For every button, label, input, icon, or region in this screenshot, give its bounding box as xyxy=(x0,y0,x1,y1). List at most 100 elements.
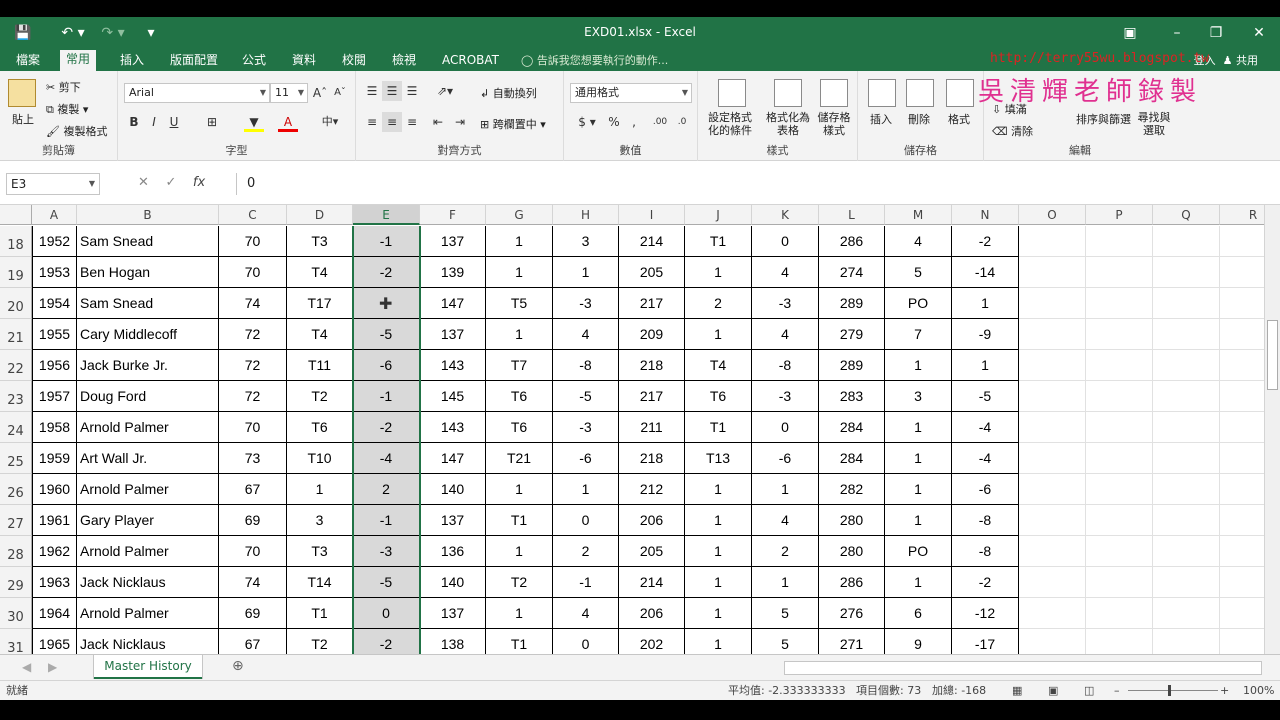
cell-k25[interactable]: -6 xyxy=(752,443,819,474)
cell-b18[interactable]: Sam Snead xyxy=(77,226,219,257)
row-header[interactable]: 26 xyxy=(0,474,32,505)
cell-d29[interactable]: T14 xyxy=(287,567,353,598)
cell-e22[interactable]: -6 xyxy=(353,350,420,381)
cell-f31[interactable]: 138 xyxy=(420,629,486,654)
cell-n24[interactable]: -4 xyxy=(952,412,1019,443)
cell-r27[interactable] xyxy=(1220,505,1264,536)
cell-r29[interactable] xyxy=(1220,567,1264,598)
delete-cells-button[interactable]: 刪除 xyxy=(908,111,930,127)
cell-g21[interactable]: 1 xyxy=(486,319,553,350)
underline-icon[interactable]: U xyxy=(164,112,184,132)
tab-data[interactable]: 資料 xyxy=(286,52,322,71)
cell-q21[interactable] xyxy=(1153,319,1220,350)
orientation-icon[interactable]: ⇗▾ xyxy=(432,81,458,101)
cell-l22[interactable]: 289 xyxy=(819,350,885,381)
cell-o26[interactable] xyxy=(1019,474,1086,505)
zoom-slider[interactable] xyxy=(1128,690,1218,691)
row-header[interactable]: 28 xyxy=(0,536,32,567)
cell-h28[interactable]: 2 xyxy=(553,536,619,567)
cell-c23[interactable]: 72 xyxy=(219,381,287,412)
sheet-prev-icon[interactable]: ◀ xyxy=(22,660,31,674)
page-layout-icon[interactable]: ▣ xyxy=(1048,681,1058,700)
column-header-e[interactable]: E xyxy=(353,205,420,225)
formula-input[interactable]: 0 xyxy=(236,173,1266,195)
vertical-scroll-thumb[interactable] xyxy=(1267,320,1278,390)
cell-c19[interactable]: 70 xyxy=(219,257,287,288)
cell-k27[interactable]: 4 xyxy=(752,505,819,536)
cell-n30[interactable]: -12 xyxy=(952,598,1019,629)
cell-d21[interactable]: T4 xyxy=(287,319,353,350)
cell-i23[interactable]: 217 xyxy=(619,381,685,412)
fx-icon[interactable]: fx xyxy=(193,175,205,190)
cell-f20[interactable]: 147 xyxy=(420,288,486,319)
page-break-icon[interactable]: ◫ xyxy=(1084,681,1094,700)
cell-q24[interactable] xyxy=(1153,412,1220,443)
cell-b31[interactable]: Jack Nicklaus xyxy=(77,629,219,654)
cell-c26[interactable]: 67 xyxy=(219,474,287,505)
cell-i28[interactable]: 205 xyxy=(619,536,685,567)
cell-p23[interactable] xyxy=(1086,381,1153,412)
cell-l18[interactable]: 286 xyxy=(819,226,885,257)
cell-p20[interactable] xyxy=(1086,288,1153,319)
cell-p29[interactable] xyxy=(1086,567,1153,598)
cell-r23[interactable] xyxy=(1220,381,1264,412)
cell-e25[interactable]: -4 xyxy=(353,443,420,474)
cell-n19[interactable]: -14 xyxy=(952,257,1019,288)
cell-i30[interactable]: 206 xyxy=(619,598,685,629)
cell-i19[interactable]: 205 xyxy=(619,257,685,288)
cell-q29[interactable] xyxy=(1153,567,1220,598)
row-header[interactable]: 18 xyxy=(0,226,32,257)
font-color-icon[interactable]: A xyxy=(278,112,298,132)
cell-h25[interactable]: -6 xyxy=(553,443,619,474)
cell-c18[interactable]: 70 xyxy=(219,226,287,257)
decrease-indent-icon[interactable]: ⇤ xyxy=(428,112,448,132)
cell-m31[interactable]: 9 xyxy=(885,629,952,654)
cell-d31[interactable]: T2 xyxy=(287,629,353,654)
cell-o31[interactable] xyxy=(1019,629,1086,654)
cell-f24[interactable]: 143 xyxy=(420,412,486,443)
cell-g26[interactable]: 1 xyxy=(486,474,553,505)
tab-insert[interactable]: 插入 xyxy=(114,52,150,71)
cell-a27[interactable]: 1961 xyxy=(32,505,77,536)
cell-a20[interactable]: 1954 xyxy=(32,288,77,319)
increase-decimal-icon[interactable]: .00 xyxy=(650,112,670,132)
decrease-decimal-icon[interactable]: .0 xyxy=(672,112,692,132)
cell-g30[interactable]: 1 xyxy=(486,598,553,629)
fill-color-icon[interactable]: ▼ xyxy=(244,112,264,132)
cell-j30[interactable]: 1 xyxy=(685,598,752,629)
cell-q30[interactable] xyxy=(1153,598,1220,629)
column-header-b[interactable]: B xyxy=(77,205,219,225)
row-header[interactable]: 19 xyxy=(0,257,32,288)
cell-a18[interactable]: 1952 xyxy=(32,226,77,257)
cell-l24[interactable]: 284 xyxy=(819,412,885,443)
cell-d24[interactable]: T6 xyxy=(287,412,353,443)
cell-e27[interactable]: -1 xyxy=(353,505,420,536)
conditional-format-button[interactable]: 設定格式化的條件 xyxy=(704,111,756,137)
select-all-corner[interactable] xyxy=(0,205,32,225)
cell-d23[interactable]: T2 xyxy=(287,381,353,412)
cell-h29[interactable]: -1 xyxy=(553,567,619,598)
cell-n23[interactable]: -5 xyxy=(952,381,1019,412)
cell-a23[interactable]: 1957 xyxy=(32,381,77,412)
cell-r21[interactable] xyxy=(1220,319,1264,350)
cell-o29[interactable] xyxy=(1019,567,1086,598)
cell-i31[interactable]: 202 xyxy=(619,629,685,654)
cell-r30[interactable] xyxy=(1220,598,1264,629)
cell-m21[interactable]: 7 xyxy=(885,319,952,350)
italic-icon[interactable]: I xyxy=(144,112,164,132)
cell-c20[interactable]: 74 xyxy=(219,288,287,319)
cell-h27[interactable]: 0 xyxy=(553,505,619,536)
cell-o23[interactable] xyxy=(1019,381,1086,412)
cell-a25[interactable]: 1959 xyxy=(32,443,77,474)
cell-g25[interactable]: T21 xyxy=(486,443,553,474)
minimize-icon[interactable]: – xyxy=(1162,23,1192,43)
cell-b20[interactable]: Sam Snead xyxy=(77,288,219,319)
cell-e31[interactable]: -2 xyxy=(353,629,420,654)
cell-c28[interactable]: 70 xyxy=(219,536,287,567)
cell-b26[interactable]: Arnold Palmer xyxy=(77,474,219,505)
cell-n25[interactable]: -4 xyxy=(952,443,1019,474)
bold-icon[interactable]: B xyxy=(124,112,144,132)
cell-g22[interactable]: T7 xyxy=(486,350,553,381)
cell-b27[interactable]: Gary Player xyxy=(77,505,219,536)
cell-r26[interactable] xyxy=(1220,474,1264,505)
